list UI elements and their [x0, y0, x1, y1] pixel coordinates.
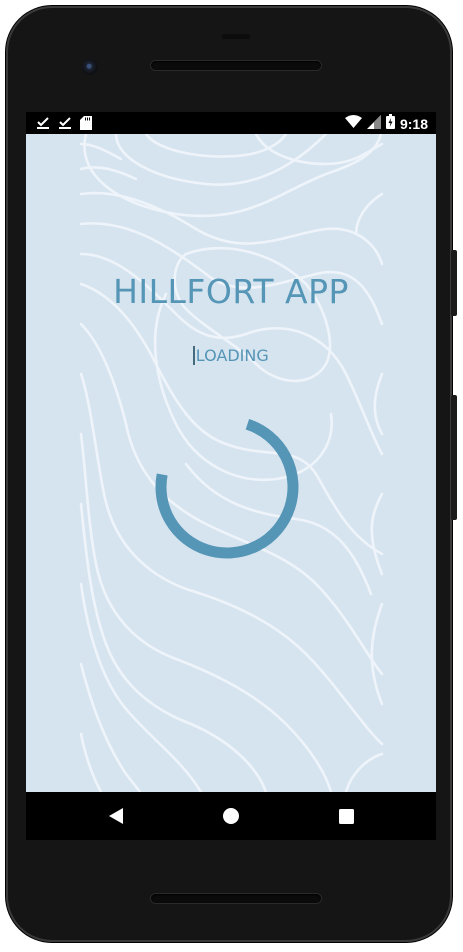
earpiece-speaker	[151, 61, 321, 70]
download-done-icon	[58, 115, 72, 134]
home-button[interactable]	[221, 806, 241, 826]
back-icon	[109, 808, 123, 824]
front-camera	[82, 59, 98, 75]
cell-signal-icon	[366, 114, 381, 133]
volume-button	[451, 395, 457, 520]
loading-spinner	[155, 415, 299, 559]
sd-card-icon	[80, 115, 92, 134]
home-icon	[223, 808, 239, 824]
splash-screen: HILLFORT APP LOADING	[26, 134, 436, 792]
bottom-speaker	[151, 894, 321, 903]
status-bar: 9:18	[26, 112, 436, 134]
recents-icon	[338, 808, 354, 824]
top-notch	[222, 34, 250, 39]
loading-text: LOADING	[195, 346, 269, 365]
app-title: HILLFORT APP	[113, 272, 349, 311]
power-button	[451, 250, 457, 316]
status-time: 9:18	[399, 115, 428, 132]
navigation-bar	[26, 792, 436, 840]
recents-button[interactable]	[336, 806, 356, 826]
wifi-icon	[344, 114, 362, 133]
battery-charging-icon	[385, 114, 395, 133]
text-cursor	[193, 346, 195, 365]
loading-label: LOADING	[26, 346, 436, 365]
download-done-icon	[36, 115, 50, 134]
back-button[interactable]	[106, 806, 126, 826]
